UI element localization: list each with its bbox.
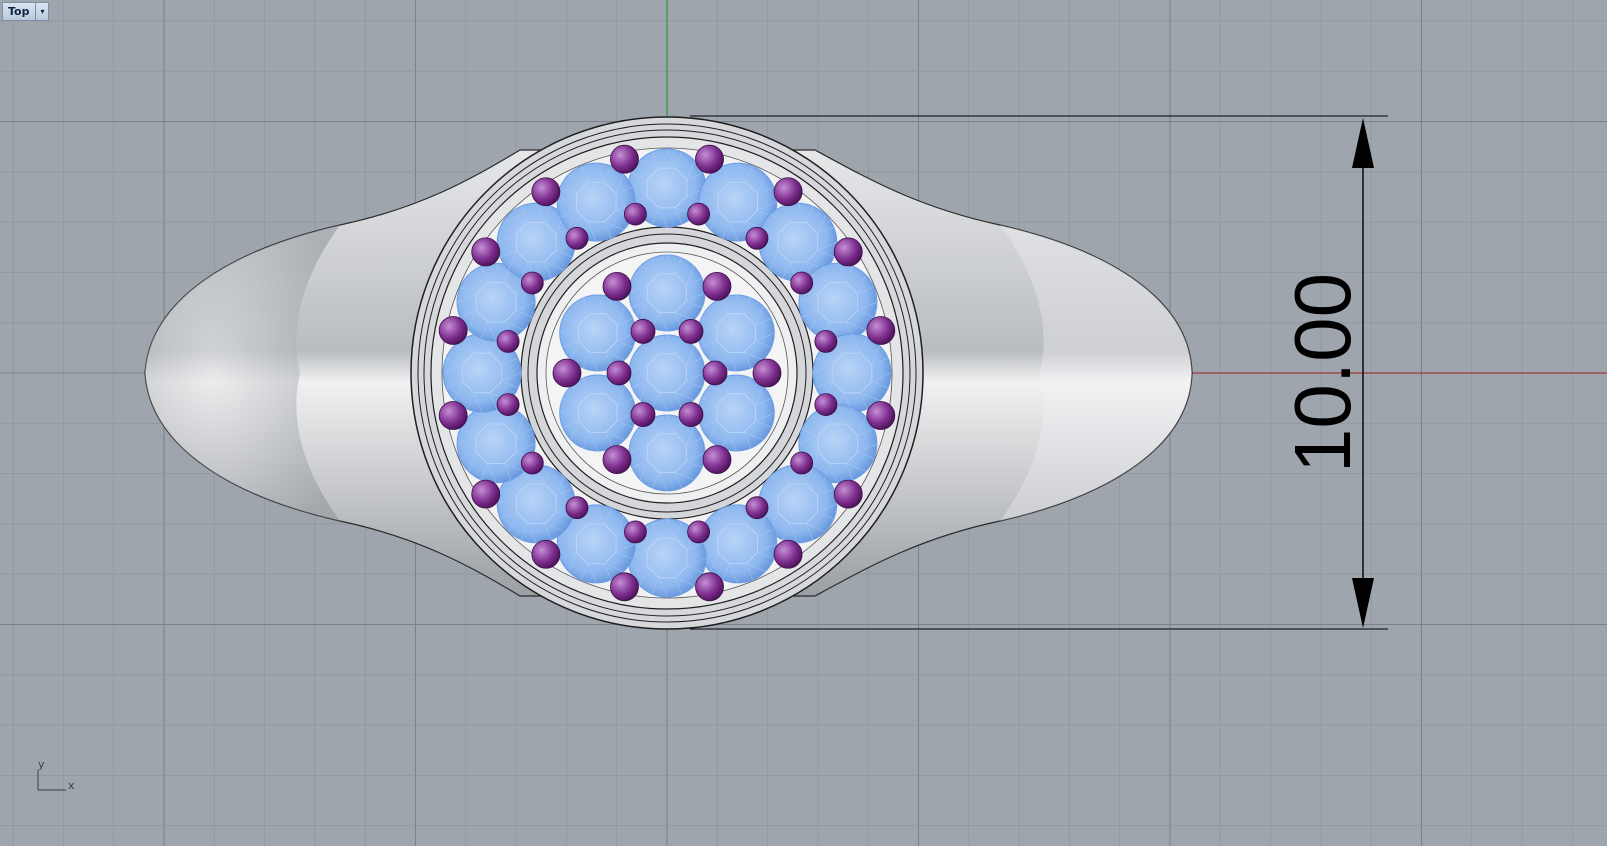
prong-bead [471,237,501,267]
prong-bead [623,202,647,226]
dimension-arrow-top [1352,118,1374,168]
prong-bead [565,496,589,520]
prong-bead [687,202,711,226]
prong-bead [520,451,544,475]
prong-bead [773,539,803,569]
prong-bead [630,402,656,427]
prong-bead [496,329,520,353]
top-viewport[interactable]: 10.00 Top ▾ y x [0,0,1607,846]
prong-bead [623,520,647,544]
gemstone [556,162,636,242]
prong-bead [745,496,769,520]
axis-y-label: y [38,758,45,771]
prong-bead [602,445,632,475]
gemstone [698,504,778,584]
prong-bead [531,539,561,569]
prong-bead [630,319,656,344]
gemstone [628,334,706,412]
prong-bead [606,360,632,386]
prong-bead [678,402,704,427]
prong-bead [552,358,582,388]
prong-bead [471,479,501,509]
prong-bead [866,401,896,430]
viewport-menu-chevron-down-icon[interactable]: ▾ [35,3,48,20]
prong-bead [702,445,732,475]
prong-bead [565,226,589,250]
prong-bead [866,316,896,345]
prong-bead [531,177,561,207]
prong-bead [702,360,728,386]
prong-bead [790,271,814,295]
prong-bead [752,358,782,388]
prong-bead [833,479,863,509]
viewport-title-tab[interactable]: Top ▾ [2,2,50,21]
viewport-name: Top [8,5,30,18]
prong-bead [702,271,732,301]
dimension-text: 10.00 [1278,273,1367,473]
prong-bead [773,177,803,207]
prong-bead [695,144,724,174]
prong-bead [520,271,544,295]
prong-bead [602,271,632,301]
prong-bead [678,319,704,344]
prong-bead [496,393,520,417]
prong-bead [833,237,863,267]
gemstone [798,262,878,342]
world-axes-icon: y x [34,758,84,808]
prong-bead [695,572,724,602]
viewport-canvas[interactable]: 10.00 [0,0,1607,846]
gemstone [456,404,536,484]
prong-bead [438,401,468,430]
axis-x-label: x [68,779,75,792]
prong-bead [610,144,639,174]
prong-bead [814,329,838,353]
prong-bead [610,572,639,602]
prong-bead [687,520,711,544]
prong-bead [814,393,838,417]
prong-bead [745,226,769,250]
gemstone-group[interactable] [442,148,892,598]
prong-bead [438,316,468,345]
dimension-arrow-bottom [1352,578,1374,628]
prong-bead [790,451,814,475]
